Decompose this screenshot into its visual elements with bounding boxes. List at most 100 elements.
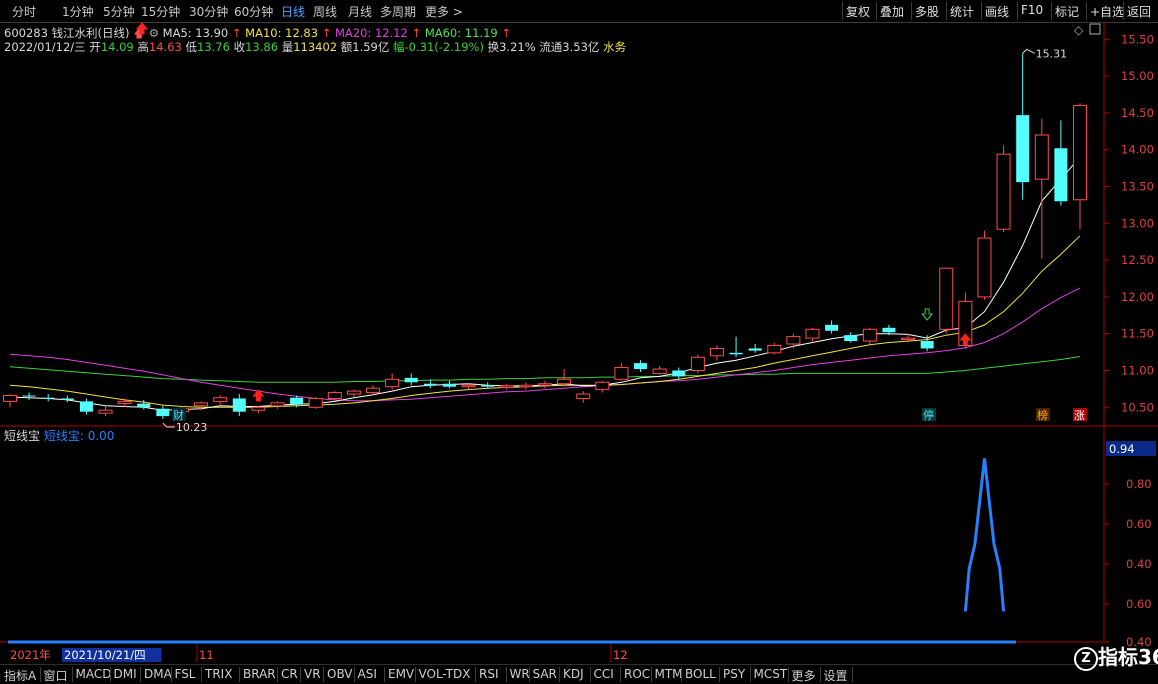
indicator-tab-15[interactable]: WR xyxy=(510,667,530,681)
candle-body xyxy=(805,328,820,339)
indicator-tab-23[interactable]: MCST xyxy=(754,667,788,681)
ting-marker-text: 停 xyxy=(923,408,934,422)
candle-body xyxy=(939,267,954,330)
indicator-tick-label: 0.60 xyxy=(1126,597,1152,611)
bang-marker: 榜 xyxy=(1036,408,1050,422)
time-year-label: 2021年 xyxy=(10,648,51,662)
period-tab-2[interactable]: 5分钟 xyxy=(103,3,135,20)
indicator-tab-3[interactable]: DMI xyxy=(114,667,137,681)
candle-body xyxy=(385,378,400,388)
candle-body xyxy=(672,370,686,377)
period-tab-7[interactable]: 周线 xyxy=(313,3,337,20)
candle-body xyxy=(977,237,992,298)
candle-body xyxy=(213,397,228,402)
price-tick-label: 11.50 xyxy=(1121,327,1154,341)
indicator-tab-16[interactable]: SAR xyxy=(533,667,557,681)
indicator-tab-4[interactable]: DMA xyxy=(144,667,172,681)
toolbar-button-4[interactable]: 画线 xyxy=(985,3,1009,20)
indicator-tab-6[interactable]: TRIX xyxy=(205,667,232,681)
candle-body xyxy=(22,395,36,397)
toolbar-button-3[interactable]: 统计 xyxy=(950,3,974,20)
indicator-tab-0[interactable]: 指标A xyxy=(4,667,36,684)
indicator-tab-2[interactable]: MACD xyxy=(76,667,112,681)
indicator-tab-11[interactable]: ASI xyxy=(358,667,377,681)
kline-chart[interactable]: 15.50 15.00 14.50 14.00 13.50 13.00 12.50 12.00… xyxy=(0,22,1158,664)
ma-lines xyxy=(9,156,1081,411)
indicator-tab-13[interactable]: VOL-TDX xyxy=(419,667,471,681)
time-cursor-date: 2021/10/21/四 xyxy=(64,648,146,662)
candle-body xyxy=(3,395,17,402)
toolbar-button-1[interactable]: 叠加 xyxy=(880,3,904,20)
period-toolbar: 分时 1分钟 5分钟 15分钟 30分钟 60分钟 日线 周线 月线 多周期 更多 > 复权 叠加 多股统… xyxy=(0,0,1158,23)
zhang-marker: 涨 xyxy=(1073,408,1087,422)
high-price-label: 15.31 xyxy=(1036,47,1068,60)
tab-separator xyxy=(201,667,202,682)
indicator-value-box-text: 0.94 xyxy=(1109,442,1135,456)
indicator-tab-10[interactable]: OBV xyxy=(327,667,353,681)
tab-separator xyxy=(819,667,821,682)
period-tab-0[interactable]: 分时 xyxy=(12,3,36,20)
price-tick-label: 10.50 xyxy=(1121,400,1154,414)
indicator-tab-21[interactable]: BOLL xyxy=(685,667,716,681)
toolbar-separator xyxy=(1123,2,1124,20)
indicator-tab-8[interactable]: CR xyxy=(281,667,298,681)
toolbar-separator xyxy=(911,2,912,20)
price-axis: 15.50 15.00 14.50 14.00 13.50 13.00 12.50 12.00… xyxy=(1104,32,1154,414)
brand-watermark: Z指标365 xyxy=(1074,641,1158,671)
price-tick-label: 13.00 xyxy=(1121,216,1154,230)
period-tab-9[interactable]: 多周期 xyxy=(380,3,416,20)
window-box-icon[interactable] xyxy=(1089,23,1101,35)
price-tick-label: 13.50 xyxy=(1121,180,1154,194)
period-tab-8[interactable]: 月线 xyxy=(348,3,372,20)
ma5-line xyxy=(9,156,1081,411)
period-tab-4[interactable]: 30分钟 xyxy=(189,3,228,20)
indicator-tab-25[interactable]: 设置 xyxy=(824,667,848,684)
toolbar-separator xyxy=(842,2,843,20)
candle-body xyxy=(786,336,801,345)
tab-separator xyxy=(323,667,324,682)
indicator-tab-19[interactable]: ROC xyxy=(624,667,650,681)
price-tick-label: 14.50 xyxy=(1121,106,1154,120)
indicator-tab-18[interactable]: CCI xyxy=(594,667,614,681)
indicator-tab-14[interactable]: RSI xyxy=(479,667,499,681)
indicator-tab-17[interactable]: KDJ xyxy=(563,667,584,681)
candle-body xyxy=(996,153,1011,230)
tab-separator xyxy=(239,667,240,682)
period-tab-1[interactable]: 1分钟 xyxy=(62,3,94,20)
candle-body xyxy=(901,337,916,341)
toolbar-separator xyxy=(1017,2,1018,20)
indicator-tab-12[interactable]: EMV xyxy=(388,667,414,681)
period-tab-5[interactable]: 60分钟 xyxy=(234,3,273,20)
toolbar-button-8[interactable]: 返回 xyxy=(1127,3,1151,20)
period-tab-6[interactable]: 日线 xyxy=(281,3,305,20)
indicator-tab-5[interactable]: FSL xyxy=(175,667,196,681)
indicator-tab-7[interactable]: BRAR xyxy=(243,667,276,681)
candle-body xyxy=(1054,148,1068,202)
indicator-tab-9[interactable]: VR xyxy=(304,667,321,681)
toolbar-button-6[interactable]: 标记 xyxy=(1055,3,1079,20)
toolbar-button-0[interactable]: 复权 xyxy=(846,3,870,20)
candle-body xyxy=(709,347,724,357)
candle-body xyxy=(41,397,55,399)
indicator-tick-label: 0.40 xyxy=(1126,557,1152,571)
time-month-12: 12 xyxy=(613,648,628,662)
toolbar-button-5[interactable]: F10 xyxy=(1021,3,1043,17)
tab-separator xyxy=(414,667,416,682)
period-tab-10[interactable]: 更多 > xyxy=(425,3,463,20)
indicator-tab-20[interactable]: MTM xyxy=(655,667,683,681)
candle-body xyxy=(729,352,743,355)
indicator-tab-22[interactable]: PSY xyxy=(723,667,745,681)
indicator-tab-1[interactable]: 窗口 xyxy=(44,667,68,684)
indicator-name[interactable]: 短线宝 xyxy=(4,429,40,443)
indicator-tab-24[interactable]: 更多 xyxy=(792,667,816,684)
toolbar-button-2[interactable]: 多股 xyxy=(915,3,939,20)
chart-frame xyxy=(0,22,1158,643)
tab-separator xyxy=(787,667,789,682)
tab-separator xyxy=(559,667,560,682)
buy-arrow-icon xyxy=(135,22,149,35)
diamond-icon[interactable]: ◇ xyxy=(1074,23,1084,37)
indicator-line xyxy=(963,458,1006,612)
period-tab-3[interactable]: 15分钟 xyxy=(141,3,180,20)
indicator-tabs: 指标A 窗口 MACD DMI DMA FSL TRIX BRAR CR VR OBV ASI EMV V… xyxy=(0,664,1158,684)
toolbar-button-7[interactable]: +自选 xyxy=(1090,3,1124,20)
